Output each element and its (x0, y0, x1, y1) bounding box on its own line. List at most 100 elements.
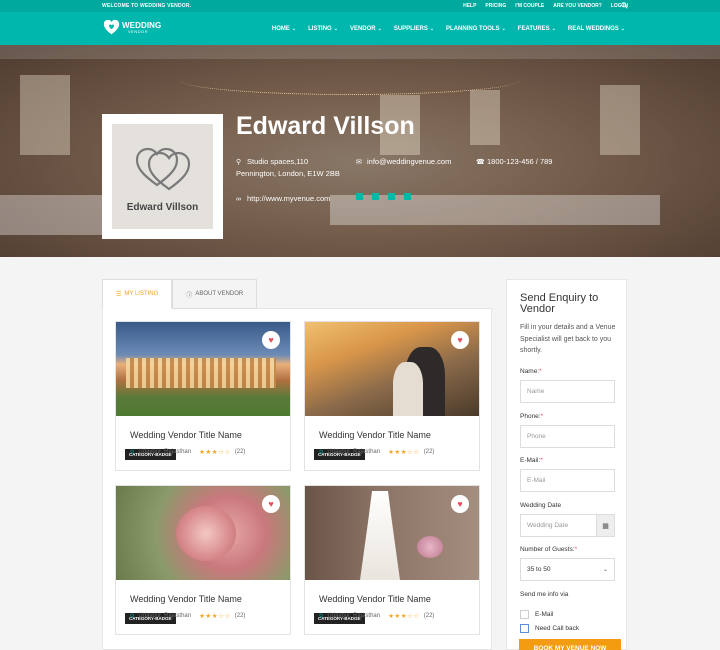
nav-home[interactable]: HOME ⌄ (272, 26, 296, 32)
email-label-text: E-Mail: (520, 457, 541, 464)
callback-option-label: Need Call back (535, 625, 580, 632)
favorite-heart-icon[interactable]: ♥ (451, 331, 469, 349)
enquiry-title: Send Enquiry to Vendor (520, 292, 599, 315)
listing-title[interactable]: Wedding Vendor Title Name (319, 594, 431, 604)
email-option[interactable]: E-Mail (520, 610, 553, 619)
link-icon: ∞ (236, 196, 241, 203)
listing-title[interactable]: Wedding Vendor Title Name (319, 430, 431, 440)
help-link[interactable]: HELP (463, 3, 476, 9)
calendar-icon[interactable]: ▦ (596, 515, 614, 536)
guests-label-text: Number of Guests: (520, 546, 575, 553)
search-icon[interactable] (621, 2, 628, 9)
enquiry-subtitle: Fill in your details and a Venue Special… (520, 324, 616, 354)
listing-location: Udaypur, Rajasthan (327, 613, 381, 619)
hero-window (470, 90, 500, 145)
email-field[interactable]: E-Mail (520, 469, 615, 492)
callback-option[interactable]: Need Call back (520, 624, 579, 633)
map-marker-icon: ⚲ (236, 159, 242, 166)
listing-card[interactable]: ♥ CATEGORY-BADGE $600 - $800 Wedding Ven… (304, 485, 480, 635)
tab-my-listing[interactable]: ☰ MY LISTING (102, 279, 173, 309)
hero-window (600, 85, 640, 155)
heart-logo-icon (103, 19, 120, 35)
linkedin-icon[interactable] (404, 193, 411, 200)
listing-title[interactable]: Wedding Vendor Title Name (130, 594, 242, 604)
map-marker-icon: ⚲ (319, 613, 324, 620)
nav-suppliers[interactable]: SUPPLIERS ⌄ (394, 26, 434, 32)
top-links: HELP PRICING I'M COUPLE ARE YOU VENDOR? … (463, 3, 628, 9)
listing-location: Udaypur, Rajasthan (138, 449, 192, 455)
listing-meta: ⚲ Udaypur, Rajasthan ★★★☆☆ (22) (319, 612, 434, 620)
favorite-heart-icon[interactable]: ♥ (262, 495, 280, 513)
required-asterisk: * (540, 457, 543, 464)
tab-about-vendor[interactable]: ⓘ ABOUT VENDOR (172, 279, 258, 309)
couple-link[interactable]: I'M COUPLE (515, 3, 544, 9)
nav-vendor[interactable]: VENDOR ⌄ (350, 26, 382, 32)
vendor-link[interactable]: ARE YOU VENDOR? (553, 3, 602, 9)
callback-checkbox[interactable] (520, 624, 529, 633)
review-count: (22) (423, 449, 435, 455)
tab-my-listing-label: MY LISTING (124, 291, 159, 297)
email-info[interactable]: ✉ info@weddingvenue.com (356, 156, 451, 168)
social-links (356, 193, 411, 200)
wedding-date-placeholder: Wedding Date (527, 522, 569, 529)
name-label: Name:* (520, 368, 542, 375)
nav-listing[interactable]: LISTING ⌄ (308, 26, 338, 32)
email-placeholder: E-Mail (527, 477, 546, 484)
phone-text: 1800-123-456 / 789 (487, 157, 553, 166)
welcome-text: WELCOME TO WEDDING VENDOR. (102, 3, 192, 9)
listing-card[interactable]: ♥ CATEGORY-BADGE $600 - $800 Wedding Ven… (115, 485, 291, 635)
vendor-logo-card: Edward Villson (102, 114, 223, 239)
main-header: WEDDING VENDOR HOME ⌄ LISTING ⌄ VENDOR ⌄ SU… (0, 12, 720, 45)
price-range: $600 - $800 (244, 449, 285, 458)
phone-icon: ☎ (476, 159, 485, 166)
pricing-link[interactable]: PRICING (485, 3, 506, 9)
info-icon: ⓘ (186, 292, 193, 299)
website-text: http://www.myvenue.com (247, 194, 331, 203)
chevron-down-icon: ⌄ (333, 26, 338, 32)
twitter-icon[interactable] (388, 193, 395, 200)
listing-card[interactable]: ♥ CATEGORY-BADGE $600 - $800 Wedding Ven… (304, 321, 480, 471)
star-rating: ★★★☆☆ (388, 449, 420, 456)
top-bar: WELCOME TO WEDDING VENDOR. HELP PRICING … (0, 0, 720, 12)
phone-label: Phone:* (520, 413, 543, 420)
guests-select[interactable]: 35 to 50 ⌄ (520, 558, 615, 581)
nav-real-weddings[interactable]: REAL WEDDINGS ⌄ (568, 26, 625, 32)
facebook-icon[interactable] (356, 193, 363, 200)
star-rating: ★★★☆☆ (199, 613, 231, 620)
name-label-text: Name: (520, 368, 540, 375)
phone-label-text: Phone: (520, 413, 541, 420)
vendor-name-title: Edward Villson (236, 112, 415, 140)
phone-field[interactable]: Phone (520, 425, 615, 448)
tab-about-vendor-label: ABOUT VENDOR (195, 291, 244, 297)
chevron-down-icon: ⌄ (620, 26, 625, 32)
double-heart-icon (135, 147, 190, 190)
listing-meta: ⚲ Udaypur, Rajasthan ★★★☆☆ (22) (130, 612, 245, 620)
email-label: E-Mail:* (520, 457, 543, 464)
hero-window (20, 75, 70, 155)
wedding-date-field[interactable]: Wedding Date ▦ (520, 514, 615, 537)
instagram-icon[interactable] (372, 193, 379, 200)
email-checkbox[interactable] (520, 610, 529, 619)
envelope-icon: ✉ (356, 159, 362, 166)
logo[interactable]: WEDDING VENDOR (103, 19, 161, 36)
nav-planning-tools[interactable]: PLANNING TOOLS ⌄ (446, 26, 506, 32)
favorite-heart-icon[interactable]: ♥ (451, 495, 469, 513)
price-range: $600 - $800 (244, 613, 285, 622)
listing-card[interactable]: ♥ CATEGORY-BADGE $600 - $800 Wedding Ven… (115, 321, 291, 471)
nav-features-label: FEATURES (517, 26, 550, 32)
guests-value: 35 to 50 (527, 566, 551, 573)
website-info[interactable]: ∞ http://www.myvenue.com (236, 193, 330, 205)
address-line1: Studio spaces,110 (247, 157, 309, 166)
book-venue-button[interactable]: BOOK MY VENUE NOW (519, 639, 621, 650)
listing-title[interactable]: Wedding Vendor Title Name (130, 430, 242, 440)
chevron-down-icon: ⌄ (291, 26, 297, 32)
email-option-label: E-Mail (535, 611, 554, 618)
nav-vendor-label: VENDOR (349, 26, 376, 32)
map-marker-icon: ⚲ (130, 449, 135, 456)
phone-info: ☎ 1800-123-456 / 789 (476, 156, 552, 168)
name-field[interactable]: Name (520, 380, 615, 403)
listing-location: Udaypur, Rajasthan (327, 449, 381, 455)
required-asterisk: * (539, 368, 542, 375)
favorite-heart-icon[interactable]: ♥ (262, 331, 280, 349)
nav-features[interactable]: FEATURES ⌄ (518, 26, 556, 32)
